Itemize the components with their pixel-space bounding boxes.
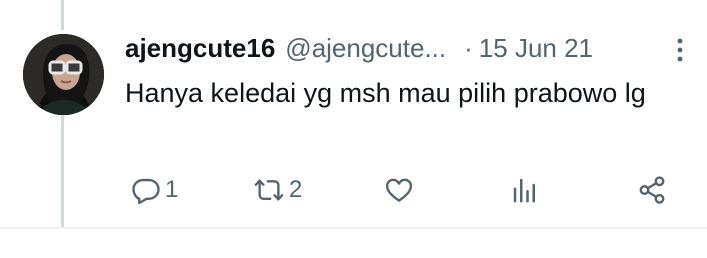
retweet-icon [253, 175, 285, 205]
tweet-header: ajengcute16 @ajengcute... · 15 Jun 21 [125, 30, 593, 66]
separator-dot: · [464, 32, 473, 63]
avatar[interactable] [23, 34, 104, 115]
like-button[interactable] [384, 170, 414, 210]
thread-line-top [61, 0, 64, 30]
divider [0, 227, 707, 229]
bar-chart-icon [510, 175, 540, 205]
heart-icon [384, 175, 414, 205]
retweet-button[interactable]: 2 [253, 170, 302, 210]
tweet-text: Hanya keledai yg msh mau pilih prabowo l… [125, 78, 646, 108]
retweet-count: 2 [289, 176, 303, 203]
display-name[interactable]: ajengcute16 [125, 33, 275, 64]
reply-button[interactable]: 1 [131, 170, 178, 210]
reply-count: 1 [165, 176, 179, 203]
tweet-actions: 1 2 [0, 170, 707, 210]
views-button[interactable] [510, 170, 540, 210]
tweet-date[interactable]: 15 Jun 21 [479, 33, 593, 64]
share-button[interactable] [637, 170, 667, 210]
share-icon [637, 175, 667, 205]
reply-icon [131, 175, 161, 205]
more-vertical-icon[interactable] [670, 36, 690, 64]
user-handle[interactable]: @ajengcute... [285, 33, 446, 64]
